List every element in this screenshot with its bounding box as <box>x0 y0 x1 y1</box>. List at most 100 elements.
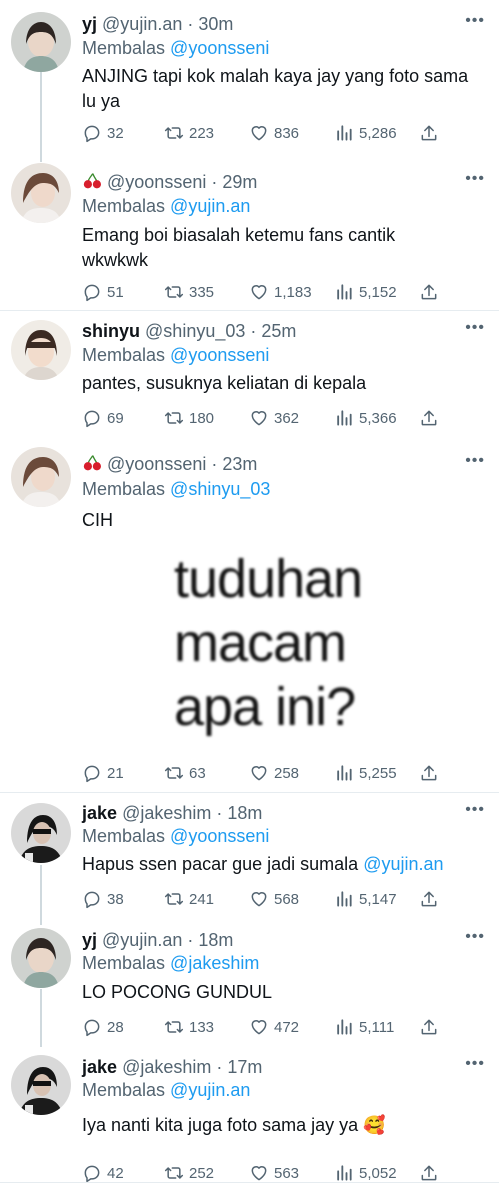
retweet-button[interactable]: 180 <box>164 408 214 428</box>
views-button[interactable]: 5,111 <box>334 1017 394 1037</box>
share-button[interactable] <box>419 408 444 428</box>
more-options-icon[interactable]: ••• <box>465 928 485 946</box>
retweet-button[interactable]: 63 <box>164 763 206 783</box>
more-options-icon[interactable]: ••• <box>465 170 485 188</box>
tweet[interactable]: yj @yujin.an · 30m ••• Membalas @yoonsse… <box>0 0 499 162</box>
timestamp[interactable]: 25m <box>261 321 296 341</box>
more-options-icon[interactable]: ••• <box>465 319 485 337</box>
reply-button[interactable]: 32 <box>82 123 124 143</box>
user-handle[interactable]: @shinyu_03 <box>145 321 245 341</box>
user-handle[interactable]: @jakeshim <box>122 803 211 823</box>
timestamp[interactable]: 17m <box>227 1057 262 1077</box>
avatar[interactable] <box>11 447 71 507</box>
tweet[interactable]: jake @jakeshim · 18m ••• Membalas @yoons… <box>0 793 499 925</box>
views-button[interactable]: 5,286 <box>334 123 397 143</box>
like-button[interactable]: 472 <box>249 1017 299 1037</box>
display-name[interactable]: shinyu <box>82 321 140 341</box>
user-handle[interactable]: @yoonsseni <box>107 172 206 192</box>
view-count: 5,366 <box>359 409 397 427</box>
retweet-button[interactable]: 335 <box>164 282 214 302</box>
reply-button[interactable]: 28 <box>82 1017 124 1037</box>
timestamp[interactable]: 18m <box>198 930 233 950</box>
avatar[interactable] <box>11 1055 71 1115</box>
avatar[interactable] <box>11 163 71 223</box>
reply-mention-link[interactable]: @yoonsseni <box>170 826 269 846</box>
reply-context: Membalas @yujin.an <box>82 196 250 217</box>
share-button[interactable] <box>419 123 444 143</box>
timestamp[interactable]: 23m <box>222 454 257 474</box>
retweet-button[interactable]: 252 <box>164 1163 214 1183</box>
reply-icon <box>82 123 102 143</box>
timestamp[interactable]: 18m <box>227 803 262 823</box>
meme-image[interactable]: tuduhan macam apa ini? <box>82 536 442 766</box>
reply-mention-link[interactable]: @yujin.an <box>170 196 250 216</box>
like-button[interactable]: 568 <box>249 889 299 909</box>
reply-mention-link[interactable]: @yoonsseni <box>170 345 269 365</box>
more-options-icon[interactable]: ••• <box>465 801 485 819</box>
display-name[interactable]: yj <box>82 930 97 950</box>
share-button[interactable] <box>419 889 444 909</box>
user-handle[interactable]: @yujin.an <box>102 930 182 950</box>
like-button[interactable]: 836 <box>249 123 299 143</box>
tweet-header: @yoonsseni · 29m <box>82 172 257 193</box>
display-name[interactable]: jake <box>82 1057 117 1077</box>
like-button[interactable]: 258 <box>249 763 299 783</box>
tweet[interactable]: shinyu @shinyu_03 · 25m ••• Membalas @yo… <box>0 311 499 436</box>
reply-prefix: Membalas <box>82 953 166 973</box>
views-button[interactable]: 5,255 <box>334 763 397 783</box>
reply-button[interactable]: 38 <box>82 889 124 909</box>
more-options-icon[interactable]: ••• <box>465 1055 485 1073</box>
reply-mention-link[interactable]: @jakeshim <box>170 953 259 973</box>
retweet-button[interactable]: 241 <box>164 889 214 909</box>
more-options-icon[interactable]: ••• <box>465 12 485 30</box>
text-mention-link[interactable]: @yujin.an <box>363 854 443 874</box>
share-icon <box>419 1163 439 1183</box>
reply-button[interactable]: 51 <box>82 282 124 302</box>
avatar[interactable] <box>11 803 71 863</box>
timestamp[interactable]: 29m <box>222 172 257 192</box>
views-button[interactable]: 5,147 <box>334 889 397 909</box>
like-button[interactable]: 362 <box>249 408 299 428</box>
tweet[interactable]: @yoonsseni · 29m ••• Membalas @yujin.an … <box>0 160 499 310</box>
reply-button[interactable]: 69 <box>82 408 124 428</box>
share-button[interactable] <box>419 1163 444 1183</box>
avatar[interactable] <box>11 12 71 72</box>
avatar[interactable] <box>11 928 71 988</box>
user-handle[interactable]: @jakeshim <box>122 1057 211 1077</box>
more-options-icon[interactable]: ••• <box>465 452 485 470</box>
tweet[interactable]: yj @yujin.an · 18m ••• Membalas @jakeshi… <box>0 923 499 1047</box>
tweet[interactable]: jake @jakeshim · 17m ••• Membalas @yujin… <box>0 1045 499 1200</box>
tweet-text: CIH <box>82 510 113 530</box>
retweet-button[interactable]: 133 <box>164 1017 214 1037</box>
retweet-icon <box>164 1163 184 1183</box>
user-handle[interactable]: @yujin.an <box>102 14 182 34</box>
meme-text-line: tuduhan <box>174 549 363 609</box>
retweet-icon <box>164 763 184 783</box>
views-button[interactable]: 5,152 <box>334 282 397 302</box>
share-icon <box>419 123 439 143</box>
views-button[interactable]: 5,052 <box>334 1163 397 1183</box>
reply-mention-link[interactable]: @shinyu_03 <box>170 479 270 499</box>
display-name-emoji[interactable] <box>82 172 102 192</box>
share-icon <box>419 889 439 909</box>
reply-button[interactable]: 21 <box>82 763 124 783</box>
reply-button[interactable]: 42 <box>82 1163 124 1183</box>
reply-mention-link[interactable]: @yujin.an <box>170 1080 250 1100</box>
share-button[interactable] <box>419 1017 444 1037</box>
display-name[interactable]: jake <box>82 803 117 823</box>
display-name-emoji[interactable] <box>82 454 102 474</box>
timestamp[interactable]: 30m <box>198 14 233 34</box>
views-button[interactable]: 5,366 <box>334 408 397 428</box>
display-name[interactable]: yj <box>82 14 97 34</box>
reply-mention-link[interactable]: @yoonsseni <box>170 38 269 58</box>
like-button[interactable]: 1,183 <box>249 282 312 302</box>
retweet-icon <box>164 408 184 428</box>
share-button[interactable] <box>419 763 444 783</box>
tweet[interactable]: @yoonsseni · 23m ••• Membalas @shinyu_03… <box>0 436 499 792</box>
like-button[interactable]: 563 <box>249 1163 299 1183</box>
share-button[interactable] <box>419 282 444 302</box>
retweet-button[interactable]: 223 <box>164 123 214 143</box>
avatar[interactable] <box>11 320 71 380</box>
view-count: 5,111 <box>359 1018 395 1036</box>
user-handle[interactable]: @yoonsseni <box>107 454 206 474</box>
